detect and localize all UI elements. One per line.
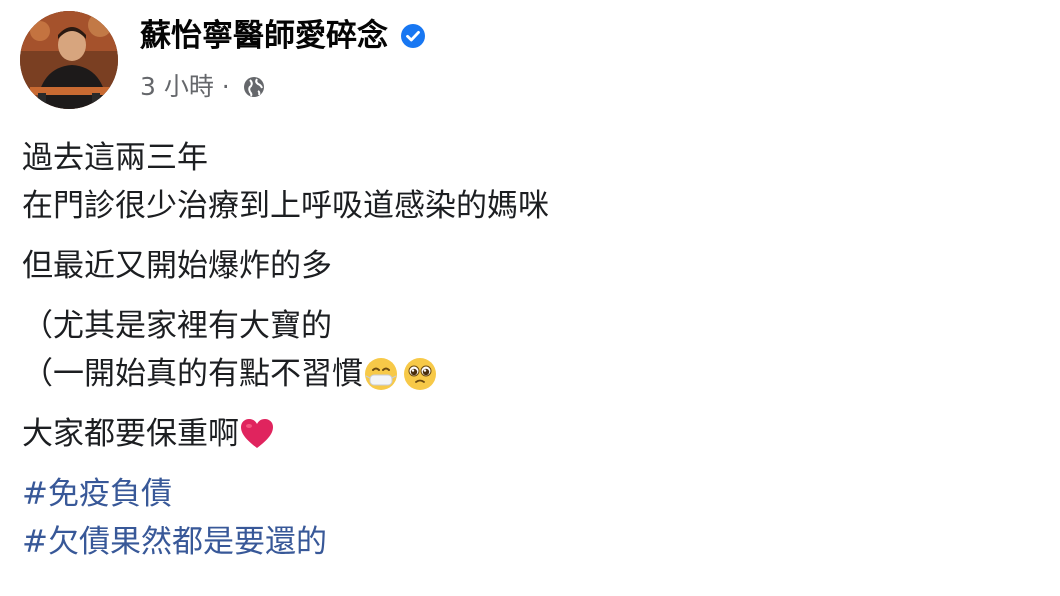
- post-text-segment: 大家都要保重啊: [22, 416, 239, 452]
- post-text-line: 在門診很少治療到上呼吸道感染的媽咪: [22, 188, 549, 224]
- hashtag-link[interactable]: #免疫負債: [22, 470, 1042, 518]
- post-text-line-with-emoji: （一開始真的有點不習慣: [22, 350, 1042, 398]
- avatar[interactable]: [20, 11, 118, 109]
- globe-icon[interactable]: [242, 75, 266, 99]
- post-meta: 3 小時 ·: [140, 70, 266, 104]
- post-text-line: （尤其是家裡有大寶的: [22, 308, 332, 344]
- red-heart-emoji: [241, 419, 273, 448]
- avatar-photo: [20, 11, 118, 109]
- meta-separator: ·: [213, 72, 238, 101]
- post-text-line-with-emoji: 大家都要保重啊: [22, 410, 1042, 458]
- hashtag-link[interactable]: #欠債果然都是要還的: [22, 518, 1042, 566]
- pleading-face-emoji: [404, 358, 436, 390]
- post-timestamp[interactable]: 3 小時: [140, 72, 214, 101]
- post-text-line: 但最近又開始爆炸的多: [22, 248, 332, 284]
- sick-face-emoji: [365, 358, 397, 390]
- post-text-segment: （一開始真的有點不習慣: [22, 356, 363, 392]
- author-name[interactable]: 蘇怡寧醫師愛碎念: [140, 18, 388, 54]
- verified-badge-icon: [401, 24, 425, 48]
- post-text-line: 過去這兩三年: [22, 140, 208, 176]
- post-body: 過去這兩三年 在門診很少治療到上呼吸道感染的媽咪 但最近又開始爆炸的多 （尤其是…: [22, 134, 1042, 566]
